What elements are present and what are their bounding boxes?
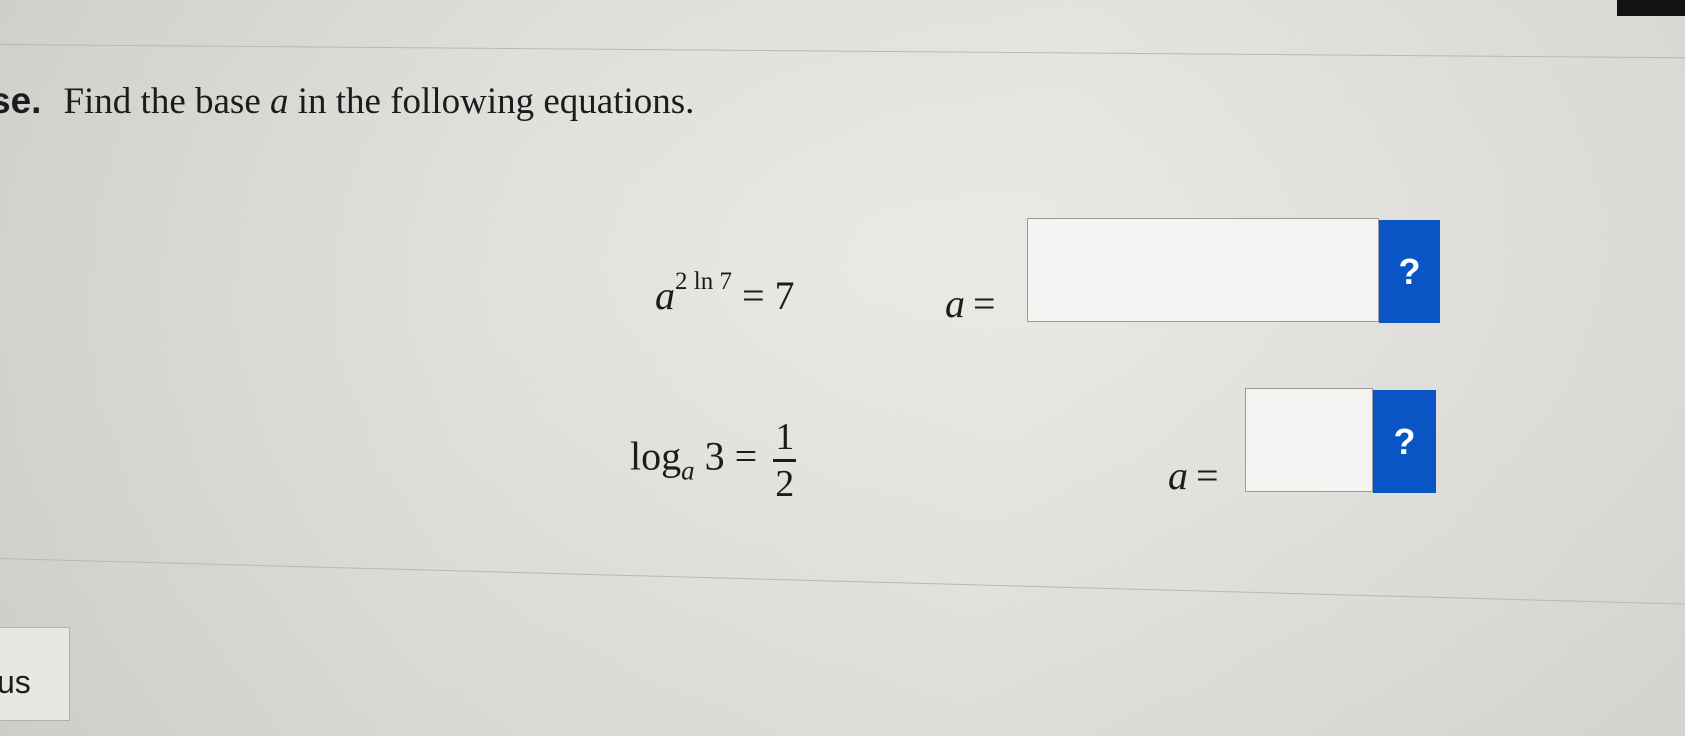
equation-2-log: log bbox=[630, 433, 682, 479]
fraction-numerator: 1 bbox=[775, 416, 795, 458]
bottom-divider bbox=[0, 558, 1685, 605]
equation-1-base: a bbox=[655, 273, 675, 318]
answer-1-input[interactable] bbox=[1027, 218, 1379, 322]
question-mark-icon: ? bbox=[1393, 420, 1416, 462]
question-text-before: Find the base bbox=[63, 81, 270, 122]
corner-bezel bbox=[1617, 0, 1685, 16]
side-tab[interactable]: us bbox=[0, 627, 70, 721]
question-text-after: in the following equations. bbox=[288, 81, 695, 122]
equation-2-argument: 3 = bbox=[704, 433, 758, 479]
equation-1-rhs: = 7 bbox=[741, 273, 795, 318]
answer-2-equals: = bbox=[1196, 453, 1219, 498]
equation-2-log-base: a bbox=[681, 455, 695, 486]
answer-2-input[interactable] bbox=[1245, 388, 1373, 492]
question-heading: se. Find the base a in the following equa… bbox=[0, 80, 694, 123]
fraction-denominator: 2 bbox=[773, 459, 797, 506]
answer-2-label: a = bbox=[1168, 452, 1219, 499]
answer-1-label: a = bbox=[945, 280, 996, 327]
top-divider bbox=[0, 44, 1685, 59]
answer-2-help-button[interactable]: ? bbox=[1373, 390, 1436, 493]
question-mark-icon: ? bbox=[1398, 250, 1421, 292]
equation-2: loga 3 = 1 2 bbox=[630, 415, 797, 506]
side-tab-label: us bbox=[0, 664, 31, 700]
answer-1-equals: = bbox=[973, 281, 996, 326]
question-variable: a bbox=[270, 81, 289, 122]
answer-1-help-button[interactable]: ? bbox=[1379, 220, 1440, 323]
equation-1-exponent: 2 ln 7 bbox=[675, 267, 732, 295]
equation-1: a2 ln 7 = 7 bbox=[655, 268, 795, 319]
answer-2-variable: a bbox=[1168, 453, 1188, 498]
answer-1-variable: a bbox=[945, 281, 965, 326]
equation-2-fraction: 1 2 bbox=[773, 415, 797, 506]
question-number: se. bbox=[0, 80, 42, 121]
